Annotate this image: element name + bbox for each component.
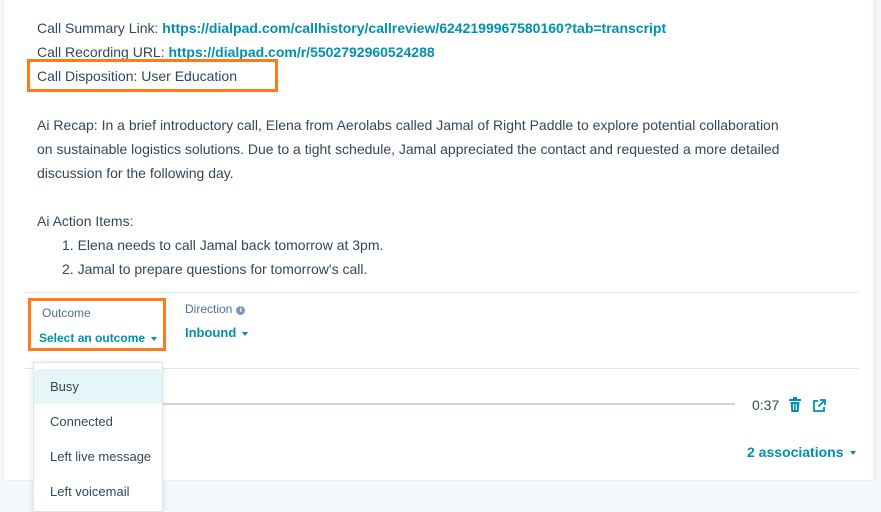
outcome-option-left-live-message[interactable]: Left live message: [34, 439, 162, 474]
outcome-label: Outcome: [42, 306, 91, 320]
call-disposition: Call Disposition: User Education: [37, 68, 237, 84]
info-icon[interactable]: i: [236, 306, 246, 315]
chevron-down-icon: [242, 331, 249, 336]
recording-duration: 0:37: [752, 397, 780, 413]
outcome-option-busy[interactable]: Busy: [34, 369, 162, 404]
scrollbar[interactable]: [873, 0, 876, 480]
action-item: 1. Elena needs to call Jamal back tomorr…: [62, 237, 384, 253]
call-summary-label: Call Summary Link:: [37, 20, 159, 36]
outcome-dropdown-menu: Busy Connected Left live message Left vo…: [33, 362, 163, 512]
ai-recap-line-2: on sustainable logistics solutions. Due …: [37, 141, 780, 157]
chevron-down-icon: [151, 336, 158, 341]
associations-dropdown[interactable]: 2 associations: [747, 444, 856, 460]
trash-icon[interactable]: [788, 397, 802, 413]
associations-label: 2 associations: [747, 444, 844, 460]
outcome-option-left-voicemail[interactable]: Left voicemail: [34, 474, 162, 509]
external-link-icon[interactable]: [812, 398, 826, 414]
action-item: 2. Jamal to prepare questions for tomorr…: [62, 261, 368, 277]
direction-label-row: Direction i: [185, 302, 246, 316]
direction-label: Direction: [185, 302, 233, 316]
chevron-down-icon: [849, 451, 856, 456]
call-summary-row: Call Summary Link: https://dialpad.com/c…: [37, 16, 666, 40]
outcome-option-connected[interactable]: Connected: [34, 404, 162, 439]
direction-select[interactable]: Inbound: [185, 325, 249, 340]
outcome-select[interactable]: Select an outcome: [39, 331, 158, 345]
call-recording-label: Call Recording URL:: [37, 44, 165, 60]
call-recording-link[interactable]: https://dialpad.com/r/5502792960524288: [169, 44, 435, 60]
direction-select-value: Inbound: [185, 325, 237, 340]
ai-recap-line-3: discussion for the following day.: [37, 165, 234, 181]
outcome-select-value: Select an outcome: [39, 331, 146, 345]
call-summary-link[interactable]: https://dialpad.com/callhistory/callrevi…: [162, 20, 666, 36]
action-items-title: Ai Action Items:: [37, 213, 134, 229]
recording-progress-bar[interactable]: [163, 403, 735, 405]
section-divider: [25, 292, 859, 293]
ai-recap-line-1: Ai Recap: In a brief introductory call, …: [37, 117, 779, 133]
